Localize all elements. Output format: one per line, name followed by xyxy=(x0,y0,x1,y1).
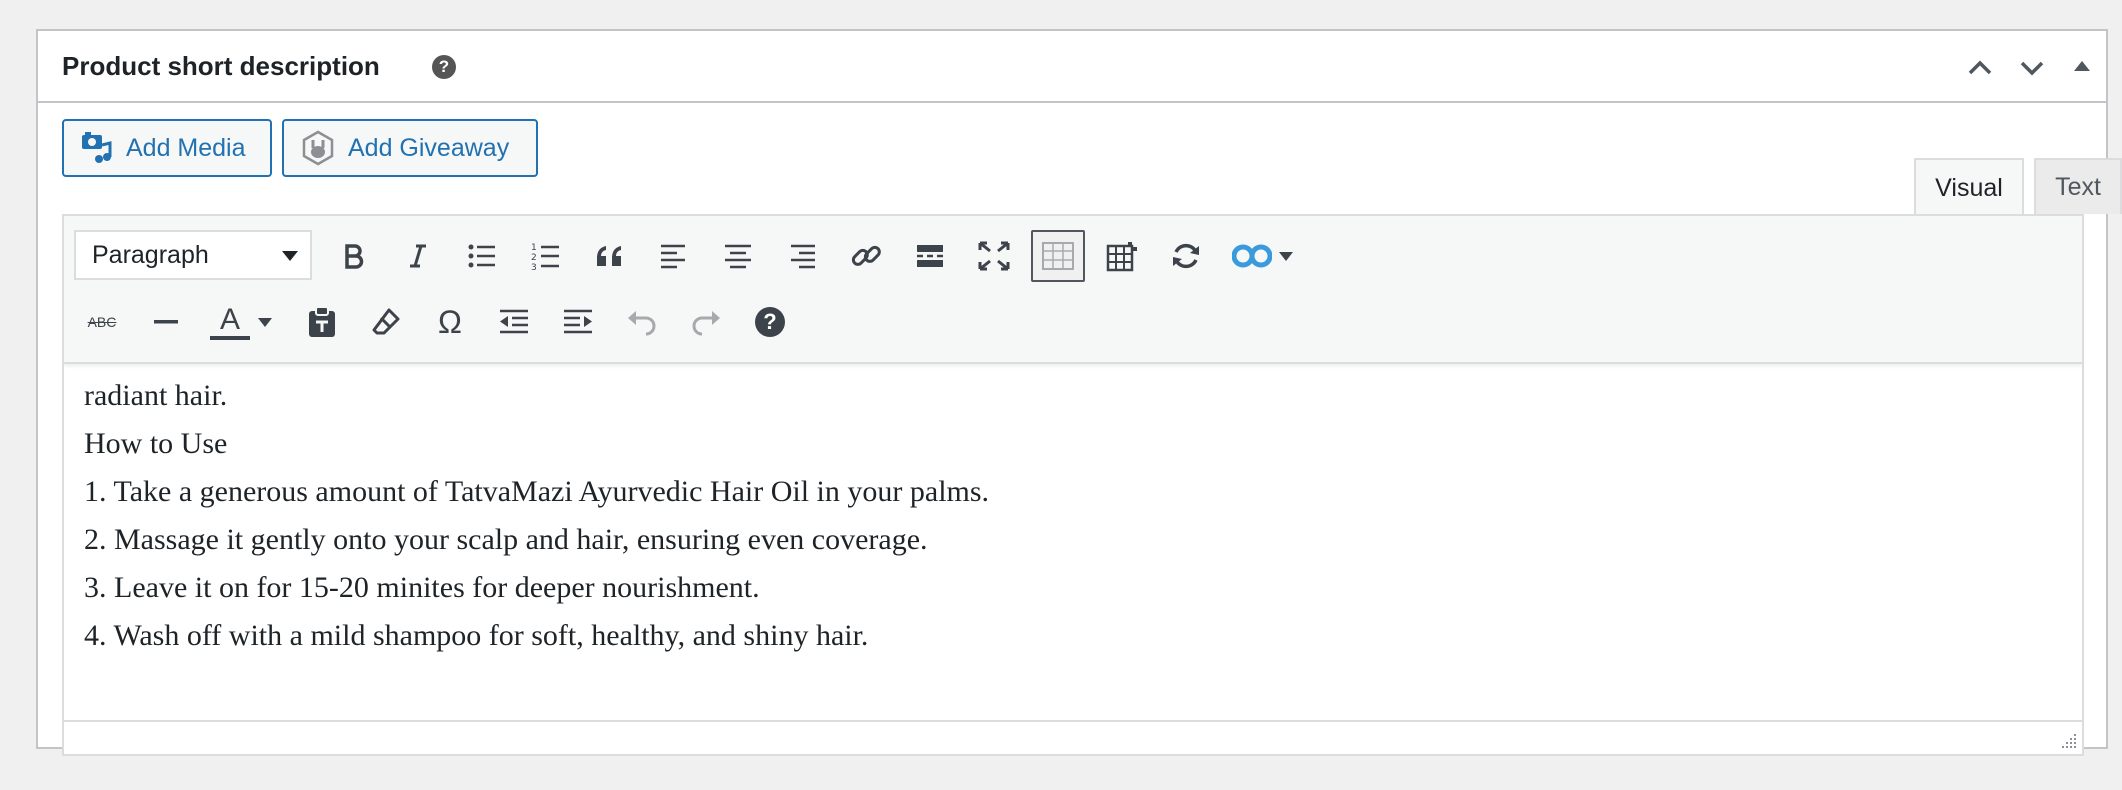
add-media-button[interactable]: Add Media xyxy=(62,119,272,177)
content-line: How to Use xyxy=(84,427,228,460)
toggle-panel-button[interactable] xyxy=(2062,47,2102,87)
dropdown-caret-icon xyxy=(258,318,272,327)
outdent-icon xyxy=(500,309,528,334)
giveaway-icon xyxy=(300,130,336,166)
editor-toolbar: Paragraph 123 ABC A Ω ? xyxy=(64,216,2082,364)
bulleted-list-icon xyxy=(468,244,495,268)
paste-as-text-icon xyxy=(309,306,335,337)
horizontal-line-button[interactable] xyxy=(142,298,190,346)
add-giveaway-button[interactable]: Add Giveaway xyxy=(282,119,538,177)
special-character-button[interactable]: Ω xyxy=(426,298,474,346)
text-color-glyph: A xyxy=(219,303,240,336)
content-line: 4. Wash off with a mild shampoo for soft… xyxy=(84,619,869,652)
product-short-description-panel: Product short description ? Add Media Ad… xyxy=(36,29,2122,756)
numbered-list-button[interactable]: 123 xyxy=(522,232,570,280)
align-left-icon xyxy=(661,244,685,269)
paste-as-text-button[interactable] xyxy=(298,298,346,346)
format-select-value: Paragraph xyxy=(92,240,209,269)
svg-text:3: 3 xyxy=(531,263,537,271)
undo-icon xyxy=(628,311,656,336)
outdent-button[interactable] xyxy=(490,298,538,346)
read-more-button[interactable] xyxy=(906,232,954,280)
infinity-icon xyxy=(1232,244,1272,268)
align-right-button[interactable] xyxy=(778,232,826,280)
panel-title: Product short description xyxy=(62,51,380,81)
table-button[interactable] xyxy=(1098,232,1146,280)
align-left-button[interactable] xyxy=(650,232,698,280)
move-up-icon xyxy=(1968,60,1992,75)
text-color-dropdown-button[interactable] xyxy=(252,298,278,346)
add-media-label: Add Media xyxy=(126,133,246,162)
svg-text:1: 1 xyxy=(531,243,537,253)
text-color-button[interactable]: A xyxy=(206,298,254,346)
special-character-icon: Ω xyxy=(438,303,462,340)
move-down-icon xyxy=(2020,61,2044,76)
table-icon xyxy=(1106,242,1137,272)
clear-formatting-icon xyxy=(372,308,400,335)
indent-icon xyxy=(564,309,592,334)
horizontal-line-icon xyxy=(154,320,178,324)
align-center-button[interactable] xyxy=(714,232,762,280)
strikethrough-button[interactable]: ABC xyxy=(78,298,126,346)
fullscreen-button[interactable] xyxy=(970,232,1018,280)
content-line: 2. Massage it gently onto your scalp and… xyxy=(84,523,928,556)
fullscreen-icon xyxy=(978,241,1010,271)
toolbar-toggle-button[interactable] xyxy=(1031,230,1085,282)
tab-text[interactable]: Text xyxy=(2034,158,2122,214)
redo-button[interactable] xyxy=(682,298,730,346)
keyboard-shortcuts-icon: ? xyxy=(755,307,785,337)
keyboard-shortcuts-button[interactable]: ? xyxy=(746,298,794,346)
visual-editor: Paragraph 123 ABC A Ω ? radiant hair. Ho… xyxy=(62,214,2084,756)
italic-icon xyxy=(410,244,426,268)
dropdown-caret-icon xyxy=(1279,252,1293,261)
bold-icon xyxy=(345,244,364,269)
add-media-icon xyxy=(80,131,114,165)
align-center-icon xyxy=(725,244,751,269)
svg-text:2: 2 xyxy=(531,253,537,263)
link-icon xyxy=(851,245,881,266)
infinity-dropdown-button[interactable] xyxy=(1272,232,1300,280)
undo-button[interactable] xyxy=(618,298,666,346)
blockquote-icon xyxy=(597,246,621,266)
panel-header: Product short description ? xyxy=(38,31,2106,103)
move-down-button[interactable] xyxy=(2012,47,2052,87)
align-right-icon xyxy=(791,244,815,269)
redo-icon xyxy=(692,311,720,336)
editor-statusbar xyxy=(64,720,2082,754)
content-line: 1. Take a generous amount of TatvaMazi A… xyxy=(84,475,990,508)
editor-content[interactable]: deeply nourishes and adds shine, creatin… xyxy=(64,324,2082,720)
numbered-list-icon: 123 xyxy=(531,243,559,271)
content-line: 3. Leave it on for 15-20 minites for dee… xyxy=(84,571,760,604)
bold-button[interactable] xyxy=(330,232,378,280)
add-giveaway-label: Add Giveaway xyxy=(348,133,510,162)
help-icon[interactable]: ? xyxy=(432,55,456,79)
refresh-button[interactable] xyxy=(1162,232,1210,280)
text-color-swatch xyxy=(210,336,250,340)
blockquote-button[interactable] xyxy=(586,232,634,280)
clear-formatting-button[interactable] xyxy=(362,298,410,346)
content-line: radiant hair. xyxy=(84,379,228,412)
toolbar-toggle-icon xyxy=(1042,242,1074,270)
text-color-icon: A xyxy=(210,304,250,340)
chevron-down-icon xyxy=(282,251,298,261)
resize-handle-icon[interactable] xyxy=(2058,730,2078,750)
toggle-panel-icon xyxy=(2074,61,2090,71)
format-select[interactable]: Paragraph xyxy=(74,230,312,280)
bulleted-list-button[interactable] xyxy=(458,232,506,280)
refresh-icon xyxy=(1173,243,1199,269)
link-button[interactable] xyxy=(842,232,890,280)
tab-visual[interactable]: Visual xyxy=(1914,158,2024,216)
italic-button[interactable] xyxy=(394,232,442,280)
indent-button[interactable] xyxy=(554,298,602,346)
read-more-icon xyxy=(917,245,943,267)
strikethrough-icon: ABC xyxy=(87,314,117,330)
move-up-button[interactable] xyxy=(1960,47,2000,87)
